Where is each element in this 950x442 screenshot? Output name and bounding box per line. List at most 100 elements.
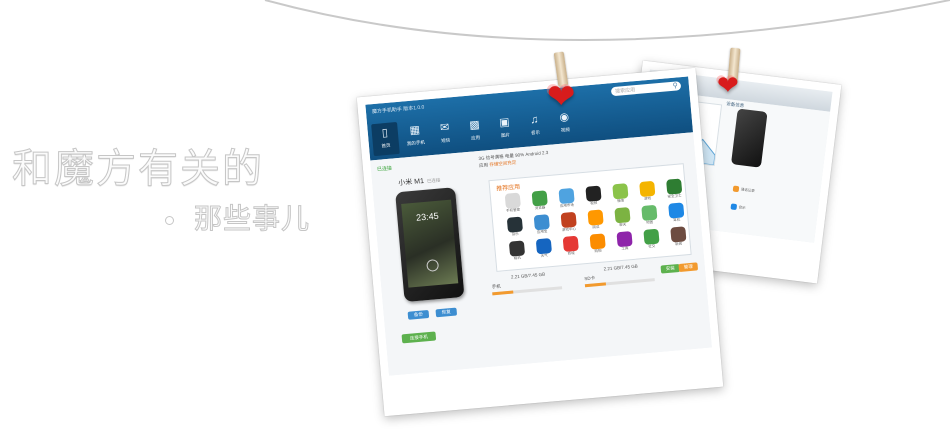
nav-item-my-phone[interactable]: ▦ 我的手机 xyxy=(401,119,430,153)
app-tile[interactable]: 游戏中心 xyxy=(557,211,581,234)
storage-label-phone: 手机 xyxy=(491,283,501,290)
app-icon xyxy=(584,185,602,202)
search-icon[interactable]: ⚲ xyxy=(672,81,678,90)
app-tile[interactable]: 手机管家 xyxy=(501,192,525,214)
app-label: 相机 xyxy=(513,255,521,261)
phone-clock: 23:45 xyxy=(415,210,440,223)
app-label: 视频 xyxy=(590,200,598,206)
nav-item-sms[interactable]: ✉ 短信 xyxy=(431,117,460,151)
app-tile[interactable]: 工具 xyxy=(612,231,636,253)
photo-icon: ▦ xyxy=(409,124,421,137)
phone-icon: ▯ xyxy=(381,126,389,140)
page-title: 和魔方有关的 xyxy=(12,146,264,193)
app-label: 工具 xyxy=(621,246,629,251)
app-tile[interactable]: 地图 xyxy=(637,204,661,226)
front-app-screenshot: 魔方手机助手 版本1.0.0 搜索应用 ⚲ ▯ 首页 ▦ 我的手机 ✉ 短信 ▩ 应用 … xyxy=(365,76,712,376)
recommended-apps-heading: 推荐应用 xyxy=(496,184,521,193)
app-grid: 手机管家 浏览器 应用市场 视频 微信 游戏 安全卫士音乐 应用宝 游戏中心 阅读 聊天 地图 耳机相机… xyxy=(501,178,690,262)
app-tile[interactable]: 相机 xyxy=(505,240,529,262)
recommended-apps-panel: 推荐应用 手机管家 浏览器 应用市场 视频 微信 游戏 安全卫士音乐 应用宝 游戏中心 阅读 聊天 地… xyxy=(488,163,692,272)
nav-item-apps[interactable]: ▩ 应用 xyxy=(461,114,490,148)
app-label: 手机管家 xyxy=(505,207,521,213)
device-pane: 已连接 小米 M1 已连接 23:45 备份 恢复 连接手机 xyxy=(375,155,493,371)
nav-item-music[interactable]: ♫ 音乐 xyxy=(521,109,550,143)
app-icon xyxy=(640,204,658,222)
app-label: 社交 xyxy=(648,243,656,249)
app-tile[interactable]: 游戏 xyxy=(635,180,659,203)
app-title: 魔方手机助手 版本1.0.0 xyxy=(371,104,425,116)
app-icon xyxy=(504,192,521,209)
app-tile[interactable]: 视频 xyxy=(581,185,605,207)
app-tile[interactable]: 应用市场 xyxy=(554,187,578,210)
message-icon: ✉ xyxy=(439,121,450,135)
app-tile[interactable]: 安全卫士 xyxy=(662,178,686,200)
app-tile[interactable]: 商城 xyxy=(559,235,583,257)
nav-item-images[interactable]: ▣ 图片 xyxy=(491,112,520,146)
search-input[interactable]: 搜索应用 ⚲ xyxy=(610,81,682,97)
app-icon xyxy=(508,240,525,257)
app-icon xyxy=(613,207,631,224)
image-icon: ▣ xyxy=(498,116,511,130)
content-pane: 3G 信号满格 电量 90% Android 2.3 应用 存储空间充足 推荐应… xyxy=(478,137,707,363)
app-icon xyxy=(562,235,579,252)
app-label: 阅读 xyxy=(592,224,600,230)
app-tile[interactable]: 聊天 xyxy=(610,207,634,229)
heart-icon: ❤ xyxy=(547,78,576,116)
app-tile[interactable]: 应用宝 xyxy=(530,214,554,236)
call-icon xyxy=(732,185,740,193)
phone-image: 23:45 xyxy=(395,187,465,303)
app-label: 购物 xyxy=(594,248,602,254)
app-icon xyxy=(611,183,629,200)
storage-bar-fill xyxy=(584,282,607,288)
app-icon xyxy=(589,233,606,250)
heart-icon: ❤ xyxy=(717,70,739,100)
music-icon xyxy=(730,203,738,211)
phone-screen: 23:45 xyxy=(401,199,459,288)
subtitle-text: 那些事儿 xyxy=(193,202,311,236)
connect-phone-button[interactable]: 连接手机 xyxy=(401,331,437,344)
app-label: 微信 xyxy=(617,198,625,204)
manage-button[interactable]: 管理 xyxy=(678,262,699,272)
list-item: 通话记录 xyxy=(732,185,775,197)
app-label: 游戏中心 xyxy=(561,226,577,233)
app-tile[interactable]: 天气 xyxy=(532,238,556,260)
nav-item-home[interactable]: ▯ 首页 xyxy=(371,122,400,157)
app-tile[interactable]: 社交 xyxy=(639,228,663,250)
app-label: 新闻 xyxy=(675,241,683,247)
app-tile[interactable]: 微信 xyxy=(608,183,632,205)
apps-icon: ▩ xyxy=(468,118,481,132)
app-tile[interactable]: 新闻 xyxy=(666,226,690,248)
app-tile[interactable]: 音乐 xyxy=(503,216,527,238)
connection-status: 已连接 xyxy=(376,165,393,173)
app-icon xyxy=(560,211,577,229)
app-label: 安全卫士 xyxy=(667,193,682,199)
storage-text-phone: 2.21 GB/7.45 GB xyxy=(510,271,546,280)
app-icon xyxy=(667,202,684,219)
app-icon xyxy=(638,180,655,198)
restore-button[interactable]: 恢复 xyxy=(435,307,458,318)
app-label: 应用宝 xyxy=(536,229,548,235)
app-tile[interactable]: 浏览器 xyxy=(528,190,552,212)
device-status: 已连接 xyxy=(426,177,441,184)
app-icon xyxy=(557,187,575,205)
app-label: 天气 xyxy=(540,253,548,258)
app-tile[interactable]: 耳机 xyxy=(664,202,688,224)
page-subtitle: 那些事儿 xyxy=(165,197,310,237)
app-tile[interactable]: 阅读 xyxy=(583,209,607,231)
app-label: 商城 xyxy=(567,251,575,256)
app-label: 音乐 xyxy=(511,231,519,237)
app-icon xyxy=(586,209,604,226)
app-label: 地图 xyxy=(646,220,654,225)
device-name: 小米 M1 已连接 xyxy=(398,177,441,188)
app-label: 游戏 xyxy=(643,196,652,201)
app-tile[interactable]: 购物 xyxy=(586,233,610,255)
app-icon xyxy=(642,228,660,245)
backup-button[interactable]: 备份 xyxy=(407,309,430,320)
app-icon xyxy=(531,190,548,207)
app-icon xyxy=(665,178,682,195)
storage-bar-phone xyxy=(492,286,563,296)
app-icon xyxy=(533,214,550,231)
install-button[interactable]: 安装 xyxy=(660,263,681,274)
storage-text-sd: 2.21 GB/7.45 GB xyxy=(603,263,638,272)
app-label: 应用市场 xyxy=(559,202,575,209)
